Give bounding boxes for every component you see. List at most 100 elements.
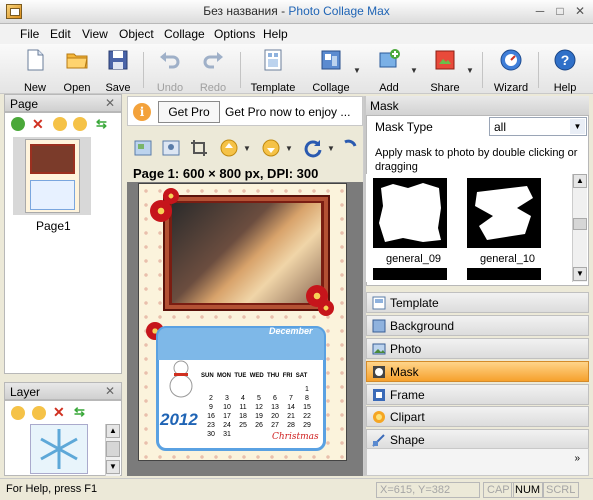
help-button[interactable]: ? Help xyxy=(550,48,580,94)
mask-thumbnail-general-10[interactable] xyxy=(467,178,541,248)
menu-options[interactable]: Options xyxy=(214,27,255,41)
layer-thumbnail[interactable] xyxy=(30,424,88,474)
add-page-icon[interactable] xyxy=(11,117,25,131)
wizard-button[interactable]: Wizard xyxy=(492,48,530,94)
accordion-template[interactable]: Template xyxy=(366,292,589,313)
toolbar-separator xyxy=(538,52,539,88)
move-page-up-icon[interactable] xyxy=(53,117,67,131)
scroll-down-icon[interactable]: ▼ xyxy=(573,267,587,281)
chevron-double-down-icon[interactable]: » xyxy=(574,453,580,464)
rotate-dropdown-icon[interactable]: ▼ xyxy=(327,144,335,153)
accordion-mask[interactable]: Mask xyxy=(366,361,589,382)
accordion-frame[interactable]: Frame xyxy=(366,384,589,405)
accordion-photo[interactable]: Photo xyxy=(366,338,589,359)
poinsettia-clipart[interactable] xyxy=(318,300,334,316)
accordion-shape[interactable]: Shape xyxy=(366,429,589,450)
move-page-down-icon[interactable] xyxy=(73,117,87,131)
collage-button[interactable]: Collage xyxy=(310,48,352,94)
calendar-date xyxy=(267,385,283,394)
collage-dropdown-icon[interactable]: ▼ xyxy=(353,66,361,75)
layer-down-icon[interactable] xyxy=(32,406,46,420)
crop-icon[interactable] xyxy=(189,138,209,158)
share-button[interactable]: Share xyxy=(428,48,462,94)
mask-thumbnail-general-09[interactable] xyxy=(373,178,447,248)
collage-label: Collage xyxy=(312,82,350,94)
get-pro-button[interactable]: Get Pro xyxy=(158,101,220,123)
folder-icon xyxy=(66,53,88,69)
send-backward-icon[interactable] xyxy=(261,138,281,158)
menu-file[interactable]: File xyxy=(20,27,39,41)
flip-icon[interactable] xyxy=(341,138,357,158)
calendar-date: 16 xyxy=(207,413,215,420)
scroll-down-icon[interactable]: ▼ xyxy=(106,460,120,474)
refresh-pages-icon[interactable]: ⇆ xyxy=(96,117,110,131)
menu-collage[interactable]: Collage xyxy=(164,27,205,41)
layer-panel-title: Layer xyxy=(10,385,41,399)
page-thumbnail[interactable] xyxy=(13,137,91,215)
open-button[interactable]: Open xyxy=(60,48,94,94)
mask-scrollbar[interactable]: ▲ ▼ xyxy=(572,174,587,282)
redo-button[interactable]: Redo xyxy=(196,48,230,94)
menu-view[interactable]: View xyxy=(82,27,108,41)
chevron-down-icon[interactable]: ▼ xyxy=(570,119,585,134)
menu-object[interactable]: Object xyxy=(119,27,154,41)
calendar-date: 9 xyxy=(209,404,213,411)
scroll-thumb[interactable] xyxy=(573,218,587,230)
calendar-date: 3 xyxy=(225,395,229,402)
layer-scrollbar[interactable]: ▲ ▼ xyxy=(105,424,120,476)
delete-page-icon[interactable]: ✕ xyxy=(32,117,46,131)
calendar-date xyxy=(235,430,251,439)
mask-thumbnail[interactable] xyxy=(467,268,541,280)
accordion-background[interactable]: Background xyxy=(366,315,589,336)
template-button[interactable]: Template xyxy=(248,48,298,94)
calendar-date xyxy=(283,385,299,394)
menu-edit[interactable]: Edit xyxy=(50,27,71,41)
rotate-icon[interactable] xyxy=(303,138,323,158)
calendar-date: 12 xyxy=(255,404,263,411)
portrait-photo[interactable] xyxy=(172,203,321,303)
mask-thumbnail[interactable] xyxy=(373,268,447,280)
actual-size-icon[interactable] xyxy=(161,138,181,158)
maximize-button[interactable]: □ xyxy=(552,4,568,18)
mask-help-text: Apply mask to photo by double clicking o… xyxy=(375,147,578,173)
calendar-week: 16 17 18 19 20 21 22 xyxy=(203,412,321,421)
poinsettia-clipart[interactable] xyxy=(163,188,179,204)
calendar-date: 15 xyxy=(303,404,311,411)
fit-to-window-icon[interactable] xyxy=(133,138,153,158)
refresh-layers-icon[interactable]: ⇆ xyxy=(74,404,88,419)
mask-icon xyxy=(373,366,385,378)
accordion-label: Clipart xyxy=(390,410,425,424)
snowflake-icon xyxy=(40,429,78,469)
menu-help[interactable]: Help xyxy=(263,27,288,41)
title-separator: - xyxy=(277,4,289,18)
add-button[interactable]: Add xyxy=(374,48,404,94)
accordion-footer: » xyxy=(366,448,589,476)
layer-panel-close-icon[interactable]: ✕ xyxy=(105,384,115,398)
layer-up-icon[interactable] xyxy=(11,406,25,420)
scroll-thumb[interactable] xyxy=(106,441,120,457)
close-button[interactable]: ✕ xyxy=(572,4,588,18)
add-dropdown-icon[interactable]: ▼ xyxy=(410,66,418,75)
save-button[interactable]: Save xyxy=(103,48,133,94)
minimize-button[interactable]: ─ xyxy=(532,4,548,18)
share-dropdown-icon[interactable]: ▼ xyxy=(466,66,474,75)
calendar-date: 30 xyxy=(207,431,215,438)
redo-icon xyxy=(203,52,223,69)
scroll-up-icon[interactable]: ▲ xyxy=(573,174,587,188)
bring-forward-icon[interactable] xyxy=(219,138,239,158)
mask-type-select[interactable]: all ▼ xyxy=(489,117,587,136)
bring-forward-dropdown-icon[interactable]: ▼ xyxy=(243,144,251,153)
help-label: Help xyxy=(553,82,577,94)
template-label: Template xyxy=(250,82,296,94)
page-panel-close-icon[interactable]: ✕ xyxy=(105,96,115,110)
wizard-label: Wizard xyxy=(493,82,529,94)
add-image-icon xyxy=(379,49,400,68)
app-name: Photo Collage Max xyxy=(288,4,390,18)
accordion-clipart[interactable]: Clipart xyxy=(366,406,589,427)
delete-layer-icon[interactable]: ✕ xyxy=(53,404,67,420)
calendar-dates: 1 2 3 4 5 6 7 8 9 10 11 12 13 14 15 16 17 18 19 20 21 22 23 24 2… xyxy=(203,385,321,439)
send-backward-dropdown-icon[interactable]: ▼ xyxy=(285,144,293,153)
new-button[interactable]: New xyxy=(20,48,50,94)
scroll-up-icon[interactable]: ▲ xyxy=(106,424,120,438)
undo-button[interactable]: Undo xyxy=(153,48,187,94)
